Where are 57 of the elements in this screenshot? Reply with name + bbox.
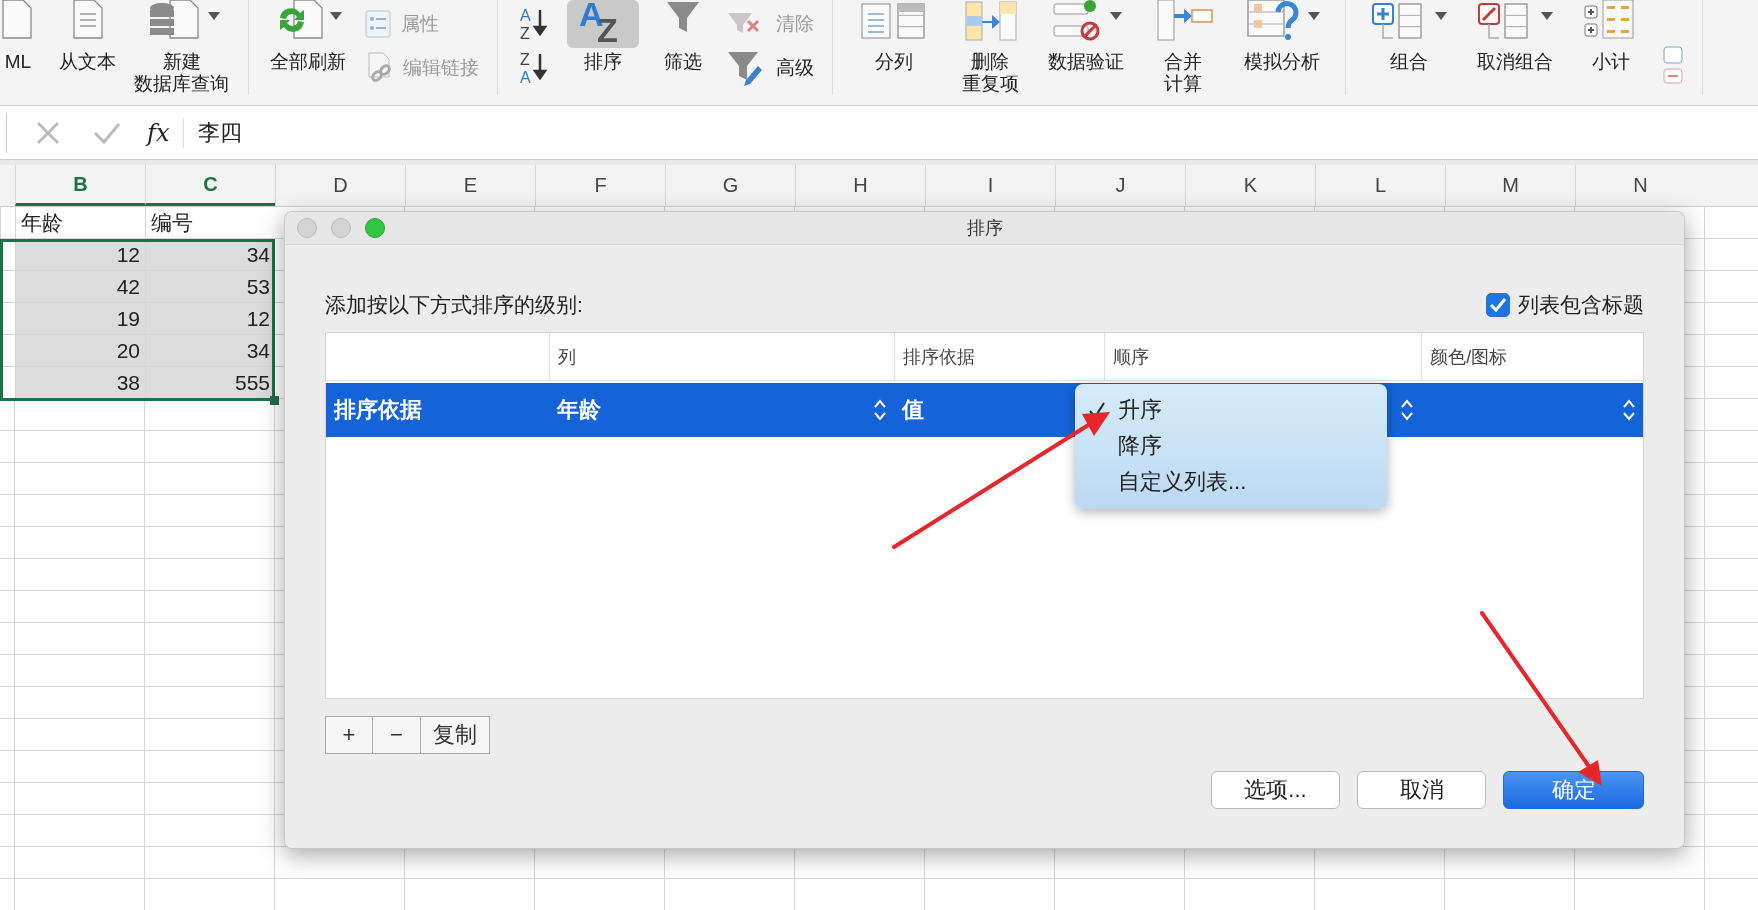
- column-header[interactable]: D: [275, 165, 405, 206]
- column-select[interactable]: 年龄: [556, 395, 601, 425]
- ribbon-button[interactable]: 从文本: [50, 0, 125, 96]
- column-header[interactable]: F: [535, 165, 665, 206]
- ribbon-button[interactable]: AZ 排序: [558, 0, 648, 96]
- table-cell: 年龄: [15, 207, 145, 239]
- prompt-text: 添加按以下方式排序的级别:: [325, 292, 583, 318]
- column-heading: 颜色/图标: [1421, 333, 1643, 380]
- menu-item[interactable]: 自定义列表...: [1075, 464, 1387, 500]
- column-heading: 列: [548, 333, 894, 380]
- dialog-button[interactable]: 选项...: [1211, 771, 1340, 809]
- column-header[interactable]: G: [665, 165, 795, 206]
- table-cell: 编号: [145, 207, 275, 239]
- column-header[interactable]: I: [925, 165, 1055, 206]
- formula-value[interactable]: 李四: [198, 117, 243, 148]
- level-button[interactable]: +: [325, 716, 373, 754]
- sort-icon: AZ: [573, 0, 633, 44]
- ribbon-button[interactable]: 数据验证: [1035, 0, 1137, 96]
- table-cell: 12: [145, 303, 275, 335]
- menu-item[interactable]: 升序: [1075, 392, 1387, 428]
- table-cell: 19: [15, 303, 145, 335]
- ribbon-button[interactable]: 高级: [726, 51, 814, 85]
- ribbon-button[interactable]: 组合: [1356, 0, 1462, 96]
- level-label: 排序依据: [334, 396, 422, 424]
- column-header[interactable]: L: [1315, 165, 1445, 206]
- column-header[interactable]: N: [1575, 165, 1705, 206]
- ribbon-button[interactable]: 小计: [1568, 0, 1654, 96]
- column-header[interactable]: M: [1445, 165, 1575, 206]
- column-header[interactable]: E: [405, 165, 535, 206]
- ribbon-button[interactable]: ML: [0, 0, 50, 96]
- window-title: 排序: [966, 218, 1003, 238]
- table-cell: 53: [145, 271, 275, 303]
- ribbon-button[interactable]: 筛选: [648, 0, 718, 96]
- column-header[interactable]: J: [1055, 165, 1185, 206]
- header-checkbox[interactable]: 列表包含标题: [1486, 291, 1644, 319]
- column-header[interactable]: K: [1185, 165, 1315, 206]
- column-heading: 排序依据: [893, 333, 1105, 380]
- dialog-button[interactable]: 取消: [1357, 771, 1486, 809]
- ribbon-button[interactable]: 全部刷新: [259, 0, 357, 96]
- function-label[interactable]: fx: [147, 118, 170, 147]
- table-cell: 38: [15, 367, 145, 399]
- dialog-button[interactable]: 确定: [1503, 771, 1644, 809]
- level-button[interactable]: 复制: [421, 716, 490, 754]
- ribbon-button[interactable]: 分列: [843, 0, 945, 96]
- ribbon-button[interactable]: 合并 计算: [1137, 0, 1229, 96]
- ribbon-button[interactable]: 删除 重复项: [945, 0, 1035, 96]
- ribbon-button[interactable]: 取消组合: [1462, 0, 1568, 96]
- ribbon-button[interactable]: 模拟分析: [1229, 0, 1335, 96]
- column-header[interactable]: H: [795, 165, 925, 206]
- column-heading: 顺序: [1104, 333, 1422, 380]
- level-button[interactable]: −: [373, 716, 421, 754]
- sort-on-select[interactable]: 值: [901, 395, 924, 425]
- table-cell: 34: [145, 335, 275, 367]
- table-cell: 42: [15, 271, 145, 303]
- ribbon-button[interactable]: 新建 数据库查询: [125, 0, 238, 96]
- table-cell: 555: [145, 367, 275, 399]
- table-cell: 20: [15, 335, 145, 367]
